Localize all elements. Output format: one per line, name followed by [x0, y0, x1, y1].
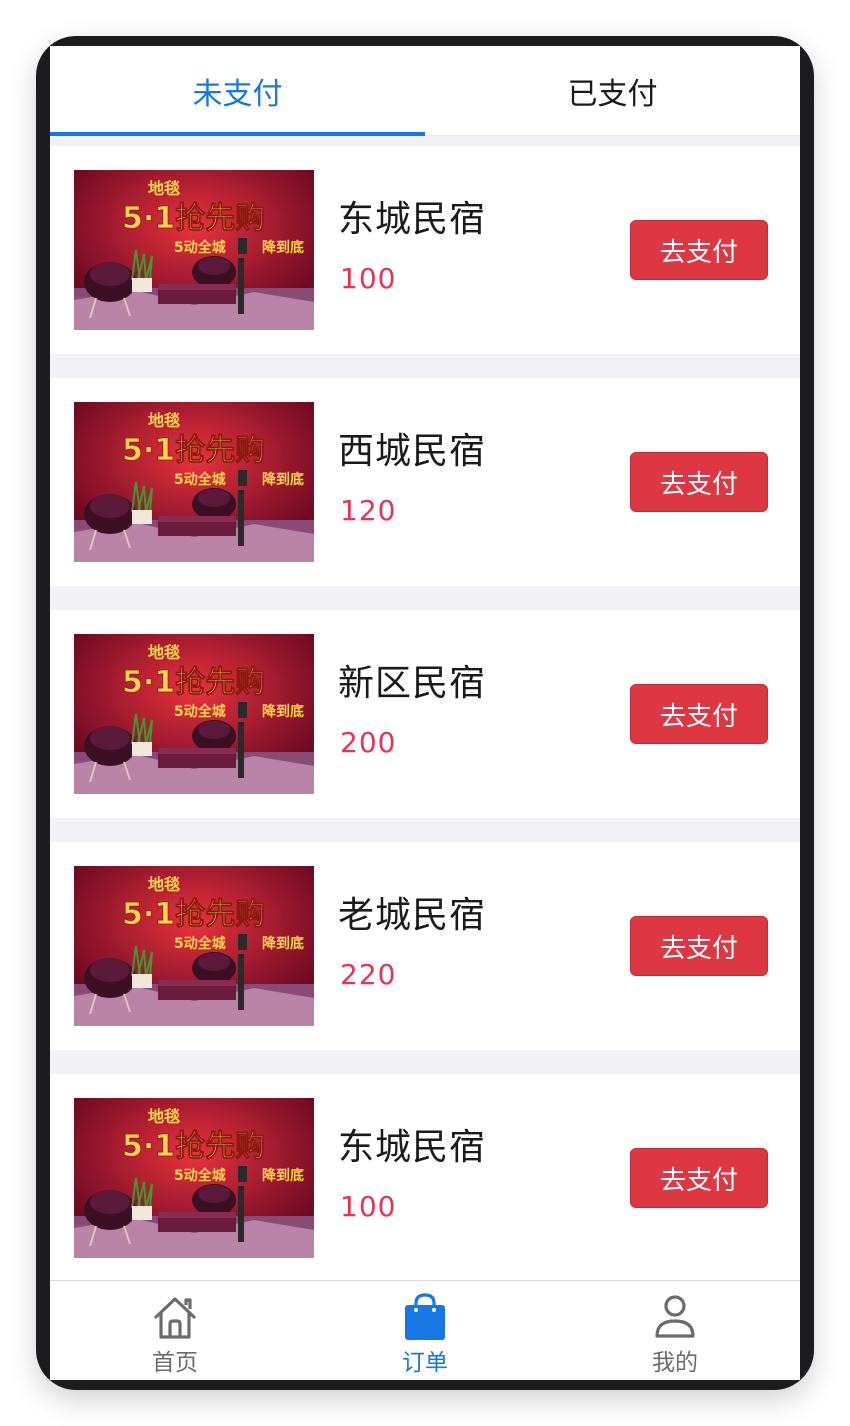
banner-tagline: 5动全城 — [174, 471, 226, 488]
order-price: 100 — [340, 262, 397, 295]
pay-button[interactable]: 去支付 — [630, 916, 768, 976]
home-icon — [154, 1297, 196, 1339]
nav-item-home[interactable]: 首页 — [50, 1281, 300, 1380]
banner-tagline: 5动全城 — [174, 1167, 226, 1184]
order-item: 地毯 5·1抢先购 5动全城 降到底 西城民宿 120 去支付 — [50, 378, 800, 586]
payment-status-tabs: 未支付 已支付 — [50, 46, 800, 136]
banner-slogan: 降到底 — [262, 1167, 304, 1184]
tab-paid[interactable]: 已支付 — [425, 46, 800, 135]
order-list: 地毯 5·1抢先购 5动全城 降到底 东城民宿 100 去支付 地毯 5·1抢先… — [50, 146, 800, 1306]
product-image: 地毯 5·1抢先购 5动全城 降到底 — [74, 402, 314, 562]
order-price: 100 — [340, 1190, 397, 1223]
homestay-name: 西城民宿 — [338, 431, 487, 472]
order-price: 120 — [340, 494, 397, 527]
banner-tagline: 5动全城 — [174, 239, 226, 256]
banner-slogan: 降到底 — [262, 239, 304, 256]
nav-item-profile[interactable]: 我的 — [550, 1281, 800, 1380]
pay-button[interactable]: 去支付 — [630, 1148, 768, 1208]
banner-headline: 5·1抢先购 — [122, 1129, 265, 1164]
pay-button[interactable]: 去支付 — [630, 452, 768, 512]
order-price: 200 — [340, 726, 397, 759]
banner-brand: 地毯 — [148, 875, 180, 894]
banner-headline: 5·1抢先购 — [122, 897, 265, 932]
nav-label: 我的 — [652, 1350, 698, 1376]
tab-label: 未支付 — [192, 76, 283, 112]
order-item: 地毯 5·1抢先购 5动全城 降到底 新区民宿 200 去支付 — [50, 610, 800, 818]
banner-headline: 5·1抢先购 — [122, 433, 265, 468]
banner-tagline: 5动全城 — [174, 935, 226, 952]
banner-slogan: 降到底 — [262, 935, 304, 952]
product-image: 地毯 5·1抢先购 5动全城 降到底 — [74, 634, 314, 794]
active-tab-indicator — [50, 132, 425, 136]
pay-button[interactable]: 去支付 — [630, 684, 768, 744]
banner-slogan: 降到底 — [262, 703, 304, 720]
banner-tagline: 5动全城 — [174, 703, 226, 720]
user-icon — [655, 1295, 695, 1338]
homestay-name: 老城民宿 — [338, 895, 487, 936]
product-image: 地毯 5·1抢先购 5动全城 降到底 — [74, 866, 314, 1026]
banner-brand: 地毯 — [148, 643, 180, 662]
banner-brand: 地毯 — [148, 179, 180, 198]
shopping-bag-icon — [405, 1293, 445, 1340]
app-screen: 未支付 已支付 地毯 5·1抢先购 5动全城 降到底 东城民宿 100 去支付 … — [50, 46, 800, 1380]
order-item: 地毯 5·1抢先购 5动全城 降到底 东城民宿 100 去支付 — [50, 146, 800, 354]
homestay-name: 东城民宿 — [338, 1127, 487, 1168]
banner-headline: 5·1抢先购 — [122, 665, 265, 700]
banner-brand: 地毯 — [148, 1107, 180, 1126]
tab-label: 已支付 — [567, 76, 658, 112]
order-item: 地毯 5·1抢先购 5动全城 降到底 老城民宿 220 去支付 — [50, 842, 800, 1050]
homestay-name: 新区民宿 — [338, 663, 487, 704]
bottom-tab-bar: 首页 订单 我的 — [50, 1280, 800, 1380]
product-image: 地毯 5·1抢先购 5动全城 降到底 — [74, 170, 314, 330]
banner-slogan: 降到底 — [262, 471, 304, 488]
order-price: 220 — [340, 958, 397, 991]
nav-label: 订单 — [402, 1350, 448, 1376]
banner-headline: 5·1抢先购 — [122, 201, 265, 236]
pay-button[interactable]: 去支付 — [630, 220, 768, 280]
order-item: 地毯 5·1抢先购 5动全城 降到底 东城民宿 100 去支付 — [50, 1074, 800, 1282]
phone-frame: 未支付 已支付 地毯 5·1抢先购 5动全城 降到底 东城民宿 100 去支付 … — [36, 36, 814, 1390]
product-image: 地毯 5·1抢先购 5动全城 降到底 — [74, 1098, 314, 1258]
tab-unpaid[interactable]: 未支付 — [50, 46, 425, 135]
homestay-name: 东城民宿 — [338, 199, 487, 240]
nav-label: 首页 — [152, 1350, 198, 1376]
nav-item-orders[interactable]: 订单 — [300, 1281, 550, 1380]
banner-brand: 地毯 — [148, 411, 180, 430]
